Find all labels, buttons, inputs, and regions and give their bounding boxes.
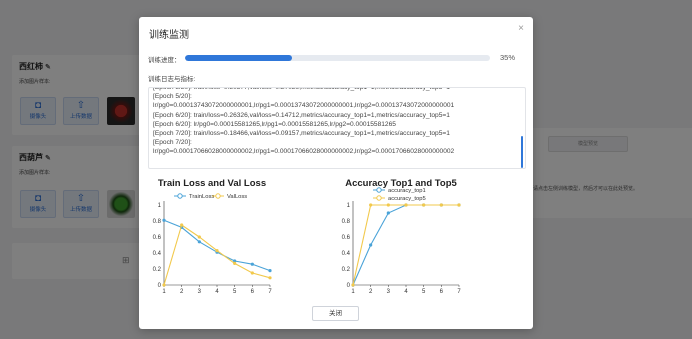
legend-label: TrainLoss xyxy=(189,194,214,200)
y-tick-label: 0 xyxy=(158,283,162,289)
x-tick-label: 4 xyxy=(215,289,219,295)
data-point xyxy=(404,203,408,207)
log-line: [Epoch 6/20]: lr/pg0=0.00015581265,lr/pg… xyxy=(153,120,396,128)
accuracy-chart: Accuracy Top1 and Top5 accuracy_top1 accur… xyxy=(339,175,474,297)
log-line: [Epoch 5/20]: xyxy=(153,93,192,101)
y-tick-label: 0.2 xyxy=(342,267,351,273)
y-tick-label: 0.4 xyxy=(342,251,351,257)
x-tick-label: 2 xyxy=(180,289,184,295)
x-tick-label: 5 xyxy=(233,289,237,295)
dialog-title: 训练监测 xyxy=(149,30,189,41)
log-scrollbar[interactable] xyxy=(521,136,523,168)
x-tick-label: 7 xyxy=(268,289,272,295)
series-line xyxy=(163,224,271,286)
data-point xyxy=(233,261,237,265)
loss-chart: Train Loss and Val Loss TrainLoss ValLoss 0… xyxy=(150,175,285,297)
data-point xyxy=(250,271,254,275)
progress-bar-fill xyxy=(185,55,292,61)
data-point xyxy=(268,276,272,280)
legend-label: ValLoss xyxy=(227,194,247,200)
legend-swatch-marker xyxy=(177,193,183,199)
y-tick-label: 0.8 xyxy=(153,219,162,225)
legend-swatch-marker xyxy=(376,187,382,193)
legend-swatch-marker xyxy=(215,193,221,199)
y-tick-label: 0.2 xyxy=(153,267,162,273)
data-point xyxy=(162,283,166,287)
log-line: [Epoch 7/20]: xyxy=(153,139,192,147)
y-tick-label: 0.4 xyxy=(153,251,162,257)
series-line xyxy=(352,204,459,286)
log-content: [Epoch 5/20]: train/loss=0.30377,val/los… xyxy=(153,88,515,157)
x-tick-label: 3 xyxy=(198,289,202,295)
x-tick-label: 1 xyxy=(162,289,166,295)
data-point xyxy=(369,243,373,247)
accuracy-chart-svg: Accuracy Top1 and Top5accuracy_top1accur… xyxy=(342,178,462,295)
progress-bar xyxy=(185,55,490,61)
x-tick-label: 6 xyxy=(251,289,255,295)
data-point xyxy=(162,218,166,222)
series-line xyxy=(352,204,459,286)
log-label: 训练日志与指标: xyxy=(148,76,196,83)
training-monitor-dialog: 训练监测 × 训练进度： 35% 训练日志与指标: [Epoch 5/20]: … xyxy=(139,17,533,329)
log-line: [Epoch 7/20]: train/loss=0.18466,val/los… xyxy=(153,130,450,138)
log-line: lr/pg0=0.00017066028000000002,lr/pg1=0.0… xyxy=(153,148,455,156)
close-icon[interactable]: × xyxy=(518,24,524,34)
series-line xyxy=(163,219,271,272)
y-tick-label: 1 xyxy=(158,203,162,209)
x-tick-label: 7 xyxy=(457,289,461,295)
x-tick-label: 6 xyxy=(440,289,444,295)
data-point xyxy=(386,203,390,207)
x-tick-label: 2 xyxy=(369,289,373,295)
data-point xyxy=(386,211,390,215)
legend-label: accuracy_top1 xyxy=(388,188,426,194)
x-tick-label: 4 xyxy=(404,289,408,295)
y-tick-label: 0 xyxy=(347,283,351,289)
close-button[interactable]: 关闭 xyxy=(312,306,359,321)
data-point xyxy=(268,269,272,273)
data-point xyxy=(180,223,184,227)
x-tick-label: 1 xyxy=(351,289,355,295)
data-point xyxy=(197,235,201,239)
x-tick-label: 3 xyxy=(387,289,391,295)
data-point xyxy=(457,203,461,207)
data-point xyxy=(215,249,219,253)
y-tick-label: 0.6 xyxy=(153,235,162,241)
data-point xyxy=(351,283,355,287)
training-log[interactable]: [Epoch 5/20]: train/loss=0.30377,val/los… xyxy=(148,87,526,169)
progress-label: 训练进度： xyxy=(148,57,181,64)
y-tick-label: 1 xyxy=(347,203,351,209)
log-line: [Epoch 6/20]: train/loss=0.26326,val/los… xyxy=(153,111,450,119)
data-point xyxy=(369,203,373,207)
data-point xyxy=(197,240,201,244)
legend-swatch-marker xyxy=(376,195,382,201)
legend-label: accuracy_top5 xyxy=(388,196,426,202)
log-line: lr/pg0=0.00013743072000000001,lr/pg1=0.0… xyxy=(153,102,455,110)
data-point xyxy=(422,203,426,207)
progress-percent: 35% xyxy=(500,53,516,62)
data-point xyxy=(439,203,443,207)
loss-chart-svg: Train Loss and Val Loss TrainLoss ValLoss 0… xyxy=(153,178,273,295)
y-tick-label: 0.6 xyxy=(342,235,351,241)
chart-title: Train Loss and Val Loss xyxy=(158,178,266,189)
data-point xyxy=(250,262,254,266)
x-tick-label: 5 xyxy=(422,289,426,295)
y-tick-label: 0.8 xyxy=(342,219,351,225)
